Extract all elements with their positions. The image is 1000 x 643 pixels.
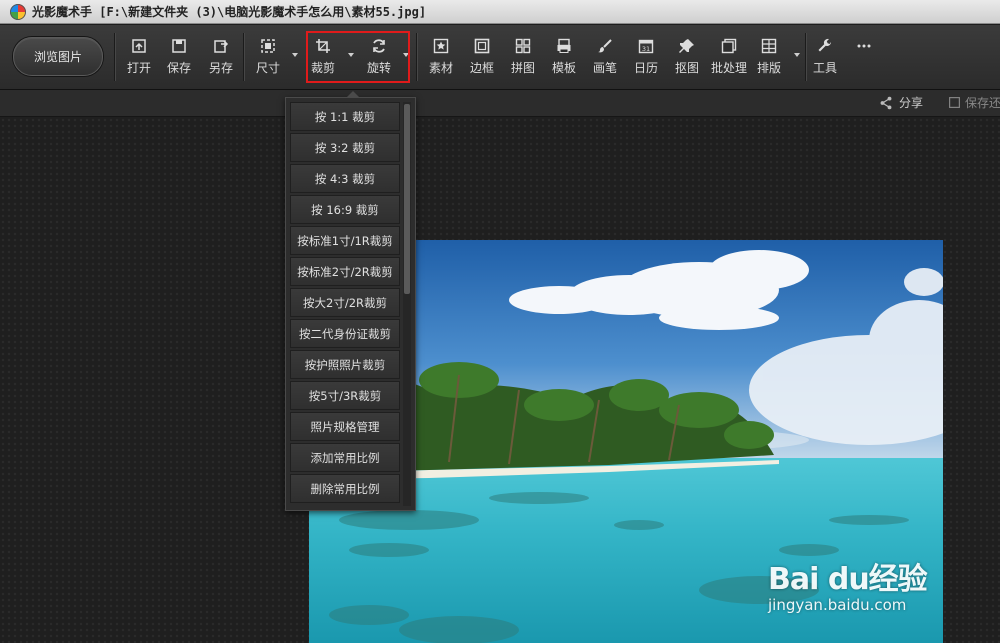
rotate-button[interactable]: 旋转 bbox=[360, 37, 398, 81]
batch-icon bbox=[720, 37, 738, 55]
svg-text:31: 31 bbox=[642, 45, 650, 53]
resize-button[interactable]: 尺寸 bbox=[249, 37, 287, 81]
crop-dropdown-menu: 按 1:1 裁剪 按 3:2 裁剪 按 4:3 裁剪 按 16:9 裁剪 按标准… bbox=[285, 91, 416, 511]
window-title: 光影魔术手 [F:\新建文件夹 (3)\电脑光影魔术手怎么用\素材55.jpg] bbox=[32, 5, 427, 19]
template-button[interactable]: 模板 bbox=[545, 37, 583, 81]
batch-button[interactable]: 批处理 bbox=[707, 37, 751, 81]
frame-button[interactable]: 边框 bbox=[463, 37, 501, 81]
save-button[interactable]: 保存 bbox=[160, 37, 198, 81]
photo-spec-manage-item[interactable]: 照片规格管理 bbox=[290, 412, 400, 441]
crop-id-card-item[interactable]: 按二代身份证裁剪 bbox=[290, 319, 400, 348]
watermark-url: jingyan.baidu.com bbox=[768, 596, 907, 614]
crop-dropdown-caret[interactable] bbox=[348, 53, 354, 57]
cutout-button[interactable]: 抠图 bbox=[668, 37, 706, 81]
app-logo-icon bbox=[10, 3, 26, 20]
layout-button[interactable]: 排版 bbox=[750, 37, 788, 81]
template-icon bbox=[555, 37, 573, 55]
calendar-button[interactable]: 31 日历 bbox=[627, 37, 665, 81]
crop-1-1-item[interactable]: 按 1:1 裁剪 bbox=[290, 102, 400, 131]
crop-icon bbox=[314, 37, 332, 55]
crop-16-9-item[interactable]: 按 16:9 裁剪 bbox=[290, 195, 400, 224]
crop-button[interactable]: 裁剪 bbox=[304, 37, 342, 81]
wrench-icon bbox=[816, 37, 834, 55]
resize-dropdown-caret[interactable] bbox=[292, 53, 298, 57]
save-restore-button[interactable]: 保存还 bbox=[948, 94, 1000, 111]
save-as-button[interactable]: 另存 bbox=[202, 37, 240, 81]
crop-5-inch-item[interactable]: 按5寸/3R裁剪 bbox=[290, 381, 400, 410]
crop-4-3-item[interactable]: 按 4:3 裁剪 bbox=[290, 164, 400, 193]
add-ratio-item[interactable]: 添加常用比例 bbox=[290, 443, 400, 472]
menu-scrollbar-thumb[interactable] bbox=[404, 104, 410, 294]
crop-large-2-inch-item[interactable]: 按大2寸/2R裁剪 bbox=[290, 288, 400, 317]
baidu-watermark: Bai du经验 jingyan.baidu.com bbox=[768, 554, 928, 614]
brush-button[interactable]: 画笔 bbox=[586, 37, 624, 81]
browse-images-button[interactable]: 浏览图片 bbox=[13, 37, 103, 76]
frame-icon bbox=[473, 37, 491, 55]
open-button[interactable]: 打开 bbox=[120, 37, 158, 81]
toolbar-separator bbox=[243, 33, 244, 81]
open-icon bbox=[130, 37, 148, 55]
star-icon bbox=[432, 37, 450, 55]
rotate-icon bbox=[370, 37, 388, 55]
save-icon bbox=[170, 37, 188, 55]
toolbar-separator bbox=[114, 33, 115, 81]
title-bar: 光影魔术手 [F:\新建文件夹 (3)\电脑光影魔术手怎么用\素材55.jpg] bbox=[0, 0, 1000, 24]
calendar-icon: 31 bbox=[637, 37, 655, 55]
layout-dropdown-caret[interactable] bbox=[794, 53, 800, 57]
share-button[interactable]: 分享 bbox=[879, 94, 923, 111]
main-toolbar: 浏览图片 打开 保存 另存 尺寸 裁剪 旋转 素材 边框 拼图 模板 画笔 31… bbox=[0, 25, 1000, 98]
secondary-bar: 分享 保存还 bbox=[0, 90, 1000, 117]
more-icon bbox=[855, 37, 873, 55]
delete-ratio-item[interactable]: 删除常用比例 bbox=[290, 474, 400, 503]
tools-button[interactable]: 工具 bbox=[806, 37, 844, 81]
pin-icon bbox=[678, 37, 696, 55]
rotate-dropdown-caret[interactable] bbox=[403, 53, 409, 57]
menu-scrollbar[interactable] bbox=[403, 102, 411, 506]
watermark-logo: Bai du经验 bbox=[768, 562, 928, 597]
layout-icon bbox=[760, 37, 778, 55]
more-button[interactable] bbox=[845, 37, 883, 81]
crop-passport-item[interactable]: 按护照照片裁剪 bbox=[290, 350, 400, 379]
grid-icon bbox=[514, 37, 532, 55]
toolbar-separator bbox=[416, 33, 417, 81]
share-icon bbox=[880, 96, 892, 109]
resize-icon bbox=[259, 37, 277, 55]
brush-icon bbox=[596, 37, 614, 55]
menu-pointer bbox=[346, 91, 360, 98]
save-restore-icon bbox=[949, 97, 960, 108]
crop-1-inch-item[interactable]: 按标准1寸/1R裁剪 bbox=[290, 226, 400, 255]
material-button[interactable]: 素材 bbox=[422, 37, 460, 81]
collage-button[interactable]: 拼图 bbox=[504, 37, 542, 81]
crop-3-2-item[interactable]: 按 3:2 裁剪 bbox=[290, 133, 400, 162]
crop-2-inch-item[interactable]: 按标准2寸/2R裁剪 bbox=[290, 257, 400, 286]
save-as-icon bbox=[212, 37, 230, 55]
